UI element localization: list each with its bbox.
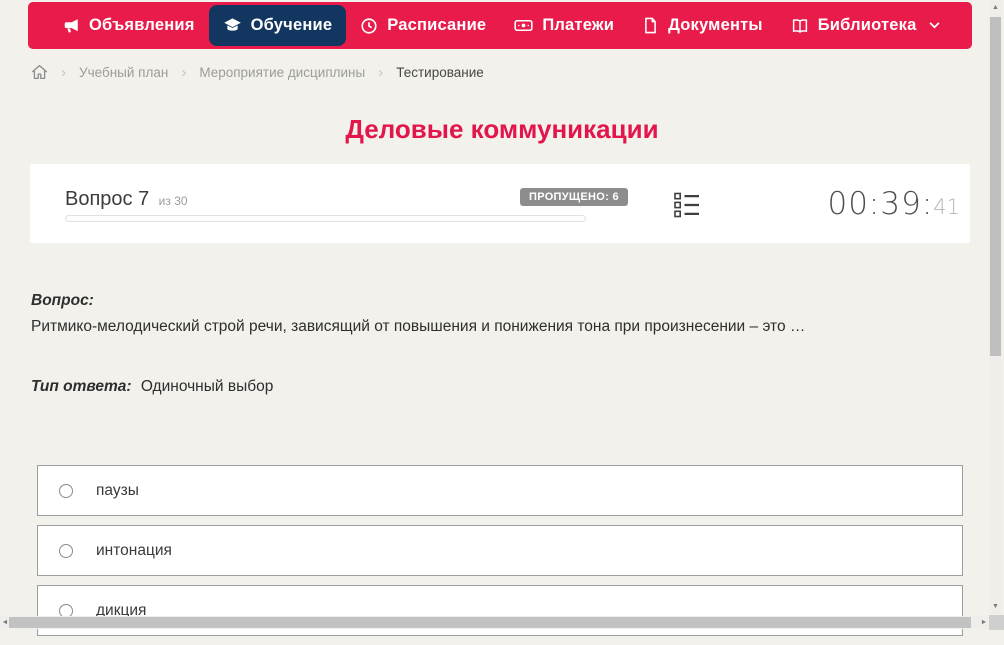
- breadcrumb-item-curriculum[interactable]: Учебный план: [79, 65, 168, 80]
- progress-bar: [65, 215, 586, 222]
- home-icon[interactable]: [31, 64, 48, 80]
- breadcrumb-item-testing: Тестирование: [396, 64, 484, 80]
- answer-type-value: Одиночный выбор: [140, 378, 274, 395]
- megaphone-icon: [62, 17, 80, 35]
- clock-icon: [360, 17, 378, 35]
- nav-item-label: Библиотека: [817, 16, 917, 34]
- scroll-right-icon[interactable]: ►: [980, 619, 988, 626]
- question-heading: Вопрос:: [31, 292, 94, 309]
- question-list-button[interactable]: [674, 192, 700, 218]
- question-list-icon: [674, 192, 700, 218]
- option-label: интонация: [96, 541, 172, 559]
- timer-hours-minutes: 00:39:: [827, 186, 934, 222]
- breadcrumb-separator-icon: ›: [61, 63, 66, 81]
- nav-item-documents[interactable]: Документы: [628, 5, 777, 46]
- scrollbar-corner: [989, 615, 1004, 630]
- breadcrumb-separator-icon: ›: [181, 63, 187, 81]
- nav-item-learning[interactable]: Обучение: [208, 5, 347, 46]
- chevron-down-icon: [929, 22, 940, 29]
- radio-intonation[interactable]: [59, 543, 73, 558]
- timer: 00:39:41: [827, 186, 960, 222]
- banknote-icon: [514, 16, 533, 35]
- nav-item-label: Платежи: [542, 16, 615, 34]
- skipped-badge: ПРОПУЩЕНО: 6: [520, 188, 628, 206]
- breadcrumb-separator-icon: ›: [378, 63, 384, 81]
- nav-item-label: Расписание: [387, 16, 487, 34]
- graduation-cap-icon: [223, 16, 242, 35]
- question-counter: Вопрос 7 из 30: [65, 188, 188, 211]
- radio-pauses[interactable]: [59, 483, 73, 498]
- document-icon: [642, 17, 659, 34]
- option-label: паузы: [96, 481, 139, 499]
- vertical-scrollbar[interactable]: ▲ ▼: [989, 0, 1002, 614]
- page-title: Деловые коммуникации: [345, 114, 659, 144]
- nav-item-payments[interactable]: Платежи: [500, 5, 628, 46]
- breadcrumb: › Учебный план › Мероприятие дисциплины …: [31, 64, 484, 80]
- answer-option-pauses[interactable]: паузы: [37, 465, 963, 516]
- scroll-down-icon[interactable]: ▼: [989, 603, 1002, 610]
- nav-item-label: Объявления: [89, 16, 195, 34]
- timer-seconds: 41: [933, 195, 960, 219]
- answer-type-label: Тип ответа:: [31, 378, 132, 395]
- nav-item-schedule[interactable]: Расписание: [346, 5, 500, 46]
- answer-option-intonation[interactable]: интонация: [37, 525, 963, 576]
- question-text: Ритмико-мелодический строй речи, зависящ…: [31, 318, 806, 335]
- nav-item-label: Документы: [668, 16, 763, 34]
- horizontal-scrollbar-thumb[interactable]: [9, 617, 971, 628]
- nav-item-announcements[interactable]: Объявления: [48, 5, 209, 46]
- scroll-up-icon[interactable]: ▲: [989, 4, 1002, 11]
- scroll-left-icon[interactable]: ◄: [1, 619, 9, 626]
- top-navbar: Объявления Обучение Расписание Платежи Д…: [28, 2, 972, 49]
- question-total: из 30: [158, 194, 188, 208]
- open-book-icon: [791, 17, 809, 35]
- breadcrumb-item-discipline-event[interactable]: Мероприятие дисциплины: [199, 65, 365, 80]
- answer-type: Тип ответа: Одиночный выбор: [31, 378, 273, 396]
- nav-item-label: Обучение: [250, 16, 333, 34]
- quiz-header-panel: Вопрос 7 из 30 ПРОПУЩЕНО: 6 00:39:41: [30, 164, 970, 243]
- vertical-scrollbar-thumb[interactable]: [990, 17, 1001, 356]
- horizontal-scrollbar[interactable]: ◄ ►: [0, 616, 989, 629]
- nav-item-library[interactable]: Библиотека: [777, 5, 955, 46]
- question-number: Вопрос 7: [65, 188, 150, 210]
